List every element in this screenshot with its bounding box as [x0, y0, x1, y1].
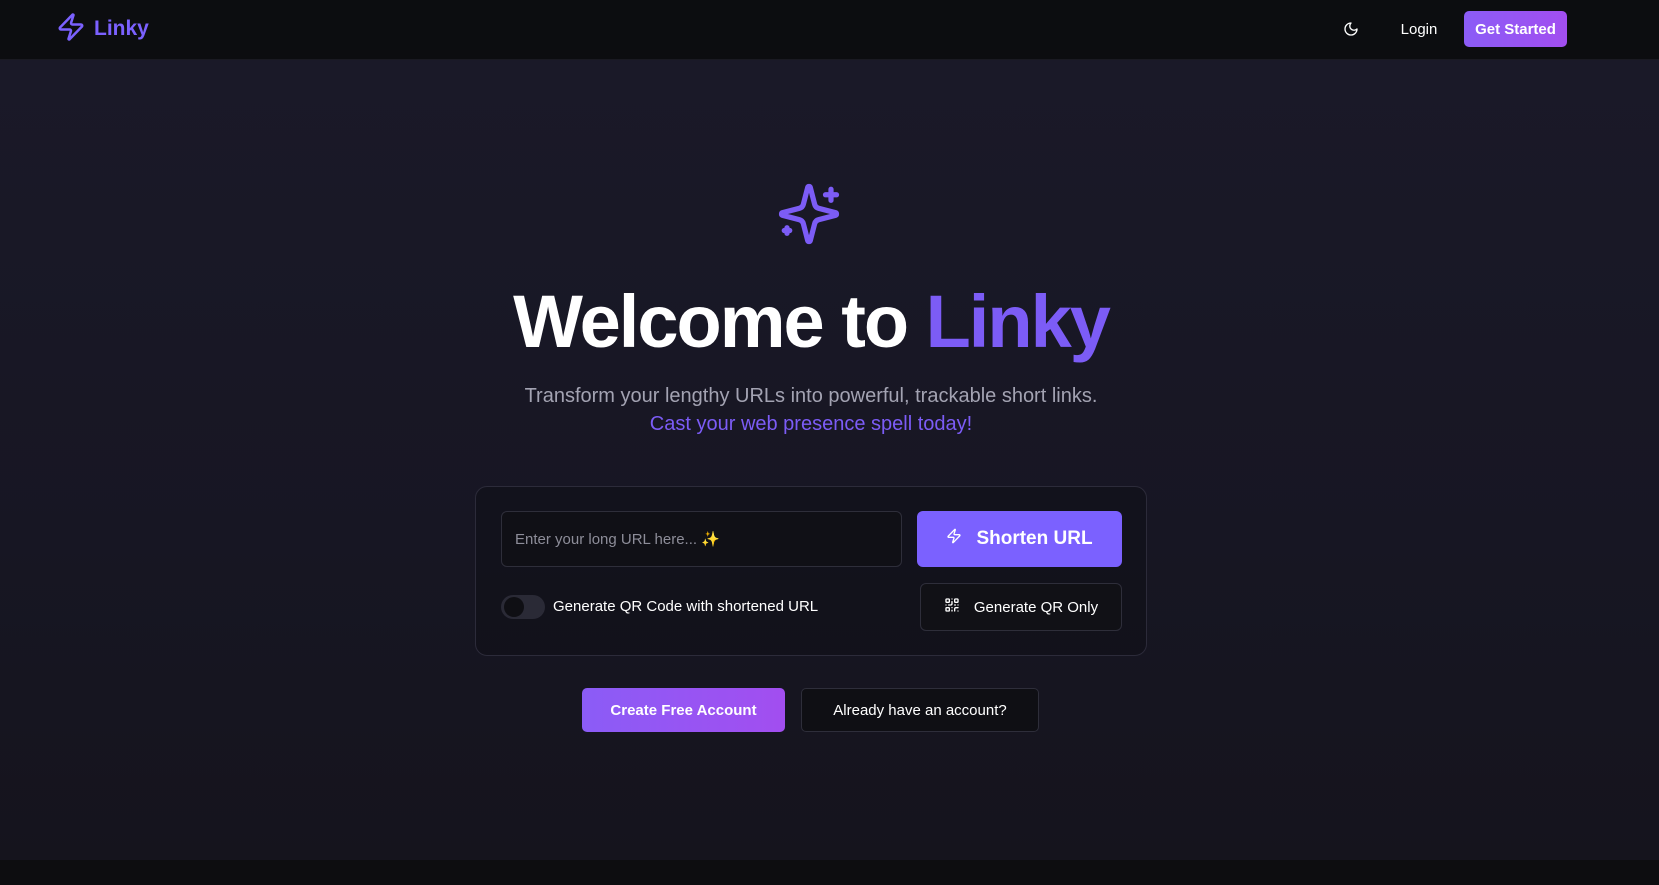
shorten-url-label: Shorten URL [976, 528, 1093, 549]
generate-qr-only-label: Generate QR Only [973, 598, 1099, 616]
qr-toggle-label: Generate QR Code with shortened URL [553, 598, 819, 615]
url-shortener-card: Shorten URL Generate QR Code with shorte… [475, 486, 1147, 656]
qr-code-icon [944, 597, 960, 617]
qr-code-toggle-switch[interactable] [501, 595, 545, 619]
footer-strip [0, 860, 1659, 885]
top-navbar: Linky Login Get Started [0, 0, 1659, 60]
login-button[interactable]: Login [1386, 11, 1452, 47]
shorten-url-button[interactable]: Shorten URL [917, 511, 1122, 567]
hero-title-prefix: Welcome to [513, 280, 926, 363]
lightning-bolt-icon [946, 528, 962, 550]
already-have-account-button[interactable]: Already have an account? [801, 688, 1039, 732]
lightning-bolt-icon [56, 11, 86, 48]
hero-title: Welcome to Linky [0, 277, 1622, 367]
hero-subtitle: Transform your lengthy URLs into powerfu… [524, 385, 1098, 407]
hero-tagline: Cast your web presence spell today! [649, 413, 973, 435]
get-started-button[interactable]: Get Started [1464, 11, 1567, 47]
brand-name: Linky [94, 17, 149, 40]
hero-title-accent: Linky [925, 280, 1111, 363]
create-free-account-button[interactable]: Create Free Account [582, 688, 785, 732]
toggle-knob [504, 597, 524, 617]
brand-logo-link[interactable]: Linky [56, 11, 149, 48]
generate-qr-only-button[interactable]: Generate QR Only [920, 583, 1122, 631]
main-content [0, 60, 1659, 860]
long-url-input[interactable] [501, 511, 902, 567]
moon-icon [1343, 21, 1359, 40]
theme-toggle-button[interactable] [1336, 16, 1366, 44]
sparkles-icon [776, 181, 842, 247]
